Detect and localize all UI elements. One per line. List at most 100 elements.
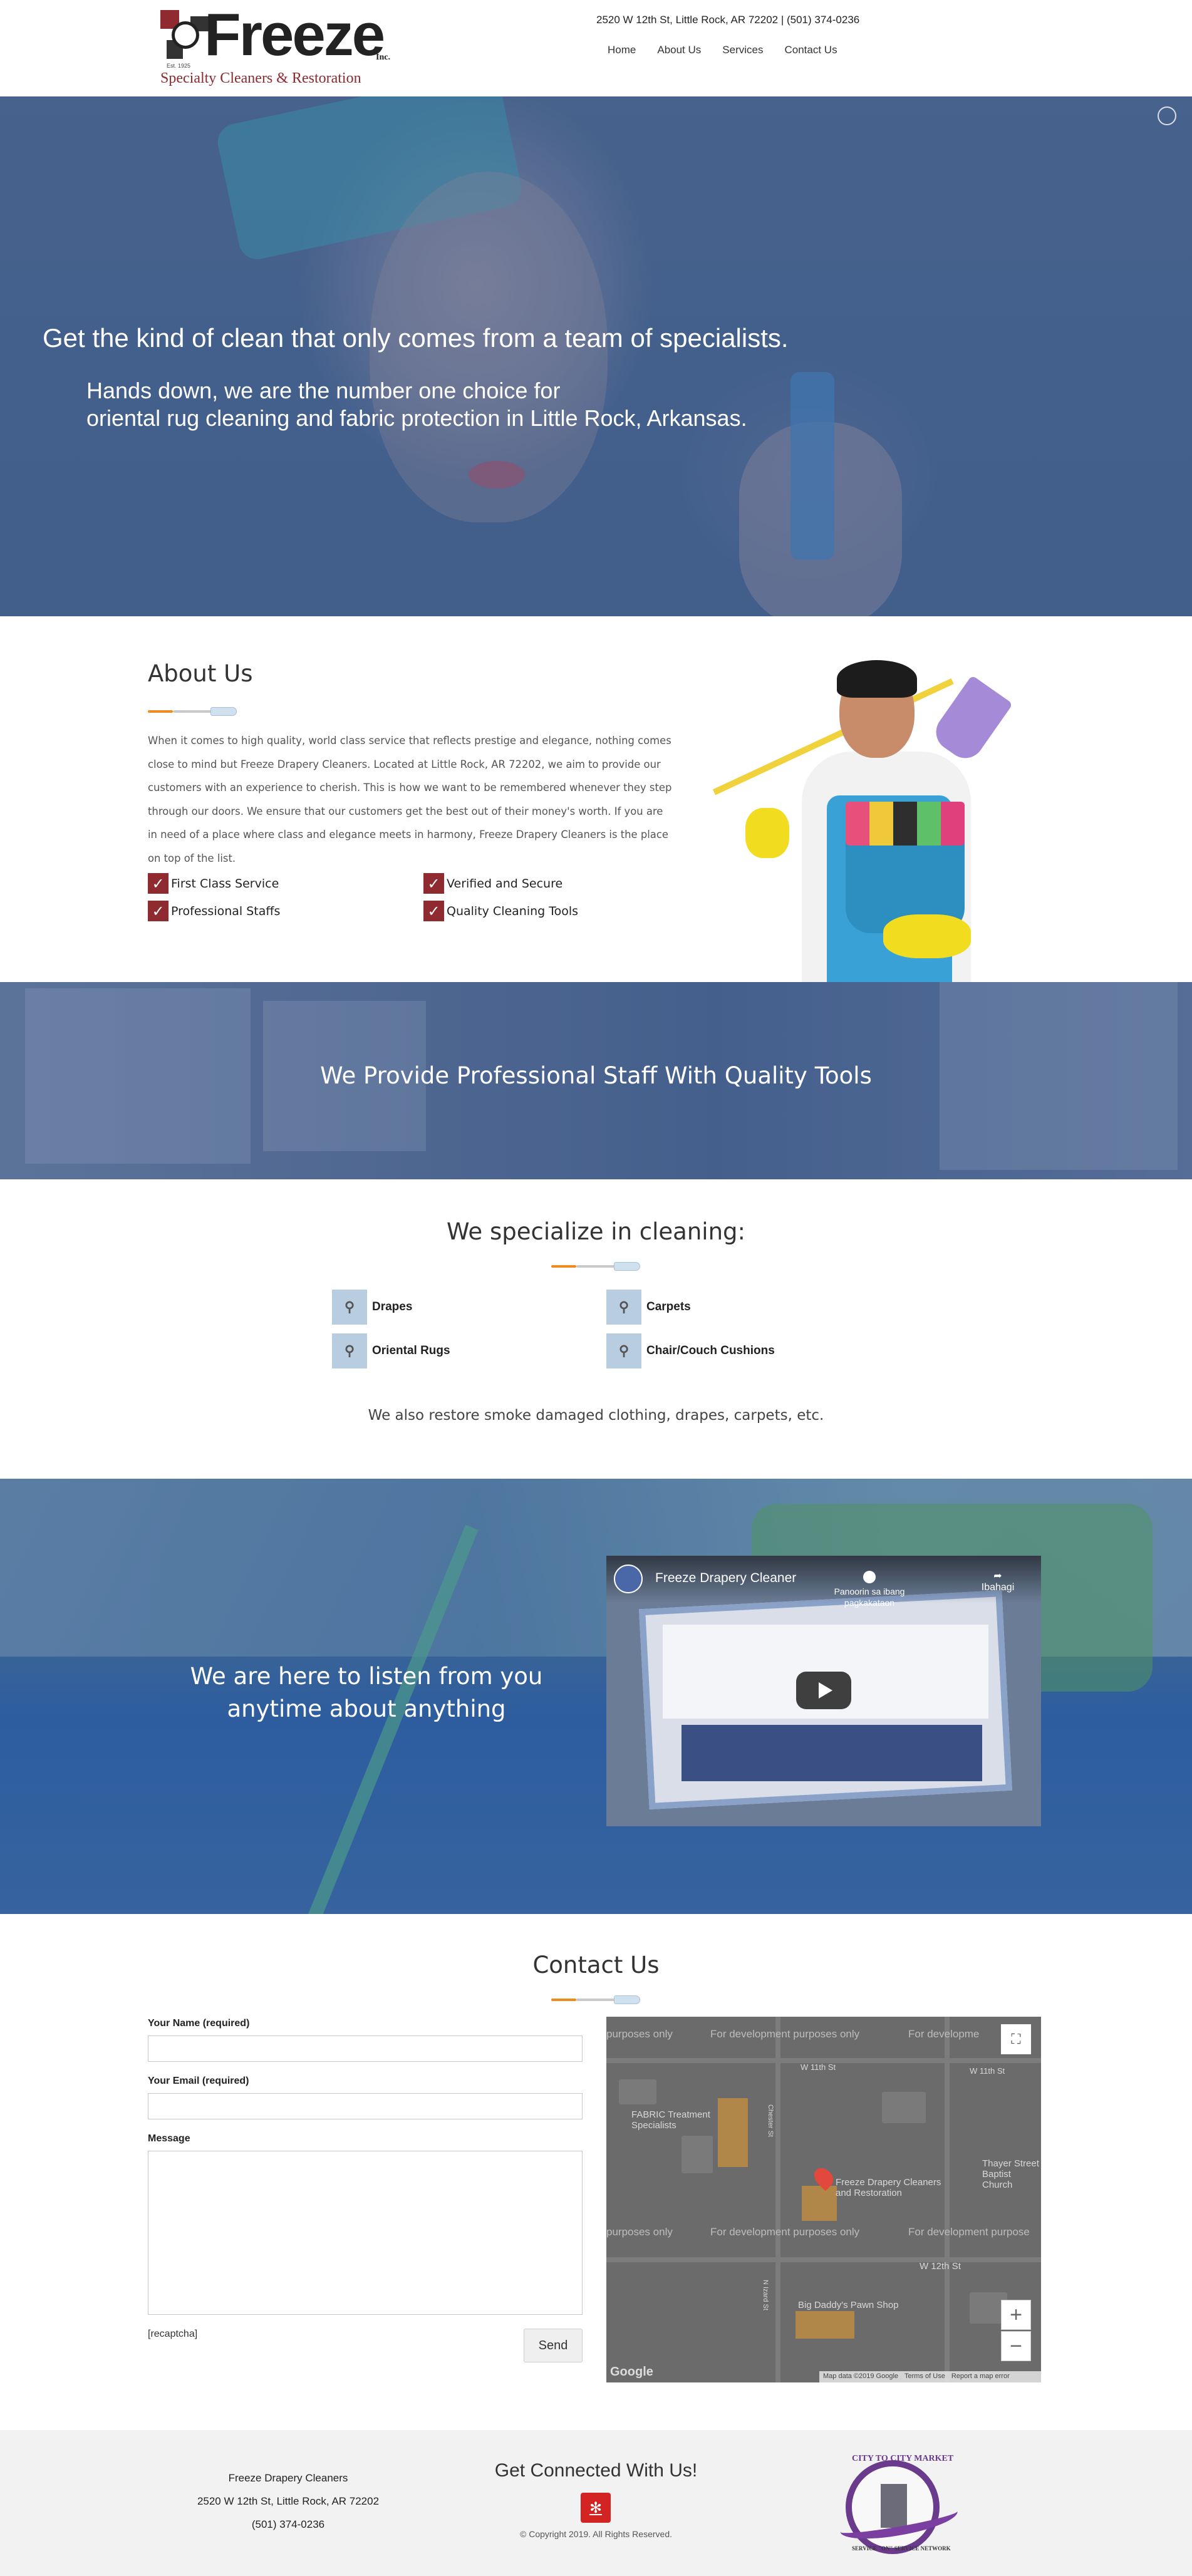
map-poi-church[interactable]: Thayer Street Baptist Church [982,2158,1041,2190]
email-field[interactable] [148,2093,583,2119]
listen-text: We are here to listen from you anytime a… [190,1663,543,1722]
check-icon: ✓ [148,901,168,921]
hero-subheadline: Hands down, we are the number one choice… [86,377,747,432]
channel-avatar-icon[interactable] [614,1565,643,1593]
feature-label: First Class Service [171,876,279,891]
link-icon: ⚲ [332,1333,367,1368]
logo-brand-suffix: Inc. [376,53,390,62]
google-map[interactable]: purposes only For development purposes o… [606,2017,1041,2382]
check-icon: ✓ [148,873,168,894]
map-road [775,2017,780,2382]
map-poi-freeze[interactable]: Freeze Drapery Cleaners and Restoration [836,2177,955,2198]
service-label: Chair/Couch Cushions [646,1344,775,1357]
footer-connect-title: Get Connected With Us! [494,2460,698,2481]
map-zoom-in-button[interactable]: + [1001,2300,1031,2330]
map-street-label: N Izard St [762,2280,769,2310]
feature-quality-tools: ✓ Quality Cleaning Tools [423,901,578,921]
google-logo: Google [610,2365,653,2379]
badge-subtitle: SERVICE "ON" SERVICE NETWORK [852,2545,951,2552]
check-icon: ✓ [423,873,444,894]
site-footer: Freeze Drapery Cleaners 2520 W 12th St, … [0,2430,1192,2576]
map-report-link[interactable]: Report a map error [951,2372,1010,2381]
map-street-label: W 11th St [801,2062,836,2072]
service-cushions: ⚲ Chair/Couch Cushions [606,1333,775,1368]
staff-banner: We Provide Professional Staff With Quali… [0,982,1192,1179]
map-street-label: W 12th St [920,2261,961,2272]
send-button[interactable]: Send [524,2329,583,2362]
play-button-icon[interactable] [796,1672,851,1709]
map-dev-watermark: purposes only [606,2226,673,2238]
nav-about-us[interactable]: About Us [657,44,701,56]
specialize-section: We specialize in cleaning: ⚲ Drapes ⚲ Ca… [0,1179,1192,1479]
brush-divider-icon [551,1262,640,1271]
map-zoom-out-button[interactable]: − [1001,2331,1031,2361]
service-drapes: ⚲ Drapes [332,1290,412,1325]
feature-professional-staff: ✓ Professional Staffs [148,901,280,921]
name-label: Your Name (required) [148,2018,250,2029]
about-title: About Us [148,660,253,687]
share-icon: ➦ [993,1571,1002,1581]
map-block [882,2092,926,2123]
name-field[interactable] [148,2035,583,2062]
specialize-note: We also restore smoke damaged clothing, … [368,1407,824,1424]
map-fullscreen-icon[interactable]: ⛶ [1001,2024,1031,2054]
nav-home[interactable]: Home [608,44,636,56]
link-icon: ⚲ [606,1290,641,1325]
map-highlight [796,2311,854,2339]
contact-section: Contact Us Your Name (required) Your Ema… [0,1914,1192,2430]
nav-services[interactable]: Services [722,44,763,56]
listen-section: We are here to listen from you anytime a… [0,1479,1192,1914]
map-road [945,2017,950,2382]
feature-first-class: ✓ First Class Service [148,873,279,894]
map-poi-fabric[interactable]: FABRIC Treatment Specialists [631,2109,738,2131]
map-dev-watermark: For developme [908,2028,980,2040]
email-label: Your Email (required) [148,2076,249,2086]
map-attribution: Map data ©2019 Google Terms of Use Repor… [819,2371,1041,2382]
badge-title: CITY TO CITY MARKET [852,2454,954,2463]
site-header: Freeze Inc. Est. 1925 Specialty Cleaners… [0,0,1192,96]
feature-label: Verified and Secure [447,876,563,891]
logo-emblem-icon [160,10,210,60]
hero-sub-line-1: Hands down, we are the number one choice… [86,378,561,403]
about-section: About Us When it comes to high quality, … [0,616,1192,983]
map-dev-watermark: For development purposes only [710,2226,860,2238]
logo-tagline: Specialty Cleaners & Restoration [160,70,361,86]
map-highlight [802,2186,837,2221]
hero-slider: Get the kind of clean that only comes fr… [0,96,1192,616]
map-highlight [718,2098,748,2167]
yelp-icon[interactable]: ✻ [581,2493,611,2523]
feature-label: Professional Staffs [171,904,281,918]
share-label: Ibahagi [981,1582,1015,1593]
service-oriental-rugs: ⚲ Oriental Rugs [332,1333,450,1368]
banner-text: We Provide Professional Staff With Quali… [320,1062,872,1089]
service-carpets: ⚲ Carpets [606,1290,691,1325]
footer-address: 2520 W 12th St, Little Rock, AR 72202 [197,2495,380,2507]
message-field[interactable] [148,2151,583,2315]
nav-contact-us[interactable]: Contact Us [784,44,837,56]
logo-established: Est. 1925 [167,63,191,69]
map-data-credit: Map data ©2019 Google [823,2372,899,2380]
map-terms-link[interactable]: Terms of Use [904,2372,945,2381]
map-dev-watermark: purposes only [606,2028,673,2040]
about-body: When it comes to high quality, world cla… [148,735,672,864]
service-label: Drapes [372,1300,413,1313]
hero-sub-line-2: oriental rug cleaning and fabric protect… [86,405,747,431]
watch-later-button[interactable]: Panoorin sa ibang pagkakataon [813,1571,926,1608]
service-label: Oriental Rugs [372,1344,450,1357]
service-label: Carpets [646,1300,691,1313]
map-poi-pawn[interactable]: Big Daddy's Pawn Shop [798,2300,898,2310]
video-title[interactable]: Freeze Drapery Cleaner [655,1571,796,1586]
youtube-video-embed[interactable]: Freeze Drapery Cleaner Panoorin sa ibang… [606,1556,1041,1826]
main-nav: Home About Us Services Contact Us [608,44,859,56]
link-icon: ⚲ [332,1290,367,1325]
site-logo[interactable]: Freeze Inc. Est. 1925 Specialty Cleaners… [160,5,392,88]
brush-divider-icon [551,1995,640,2004]
hero-overlay [0,96,1192,616]
city-to-city-market-badge[interactable]: CITY TO CITY MARKET SERVICE "ON" SERVICE… [833,2454,960,2560]
logo-brand: Freeze [204,1,385,68]
contact-title: Contact Us [532,1952,660,1979]
watch-later-label: Panoorin sa ibang pagkakataon [834,1586,905,1608]
map-street-label: W 11th St [970,2066,1005,2076]
slider-pause-icon[interactable] [1158,106,1176,125]
share-button[interactable]: ➦ Ibahagi [976,1571,1020,1593]
